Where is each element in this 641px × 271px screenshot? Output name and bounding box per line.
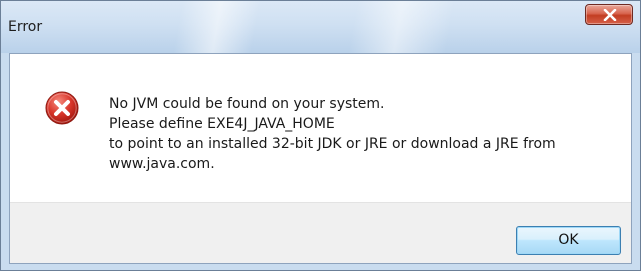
error-message: No JVM could be found on your system. Pl…: [109, 94, 619, 174]
window-title: Error: [8, 19, 43, 35]
message-line: www.java.com.: [109, 156, 215, 172]
ok-button[interactable]: OK: [516, 226, 621, 255]
message-line: to point to an installed 32-bit JDK or J…: [109, 136, 556, 152]
message-line: Please define EXE4J_JAVA_HOME: [109, 116, 335, 132]
close-x-icon: [603, 9, 617, 21]
close-button[interactable]: [585, 4, 633, 25]
error-dialog-window: Error No JVM could be found on your syst…: [0, 0, 641, 271]
message-area: No JVM could be found on your system. Pl…: [10, 54, 631, 202]
dialog-body: No JVM could be found on your system. Pl…: [9, 53, 632, 264]
message-line: No JVM could be found on your system.: [109, 96, 385, 112]
title-bar[interactable]: Error: [1, 1, 640, 53]
error-icon: [45, 91, 79, 125]
button-bar: OK: [10, 202, 631, 263]
